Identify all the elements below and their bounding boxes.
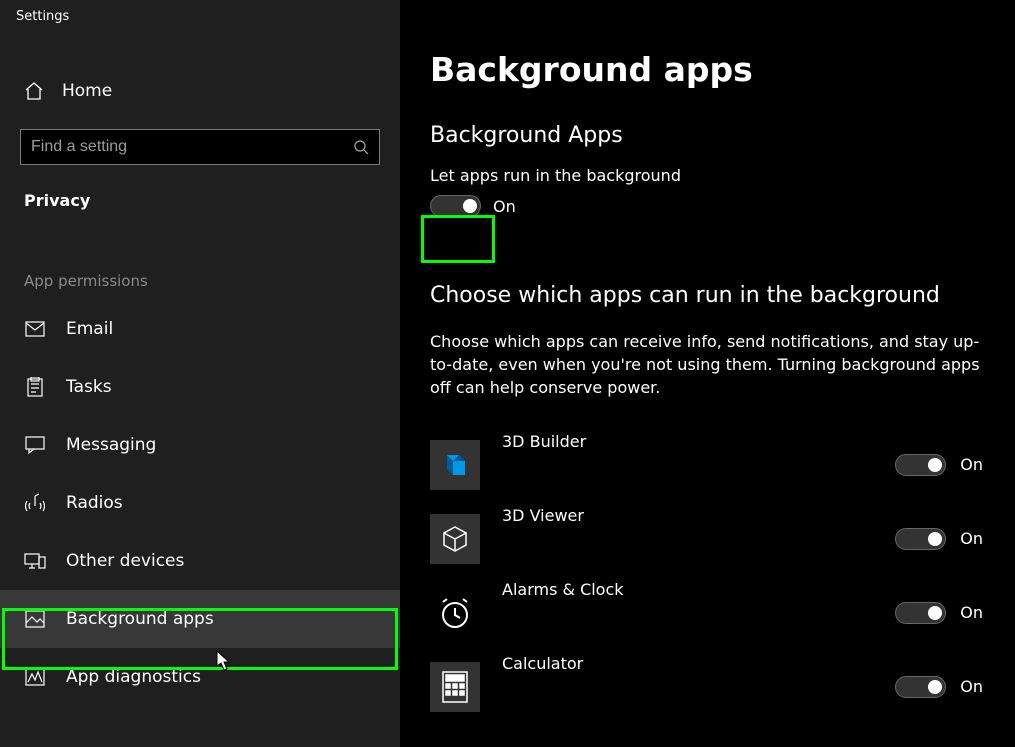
sidebar-item-label: Background apps	[66, 609, 214, 629]
mail-icon	[24, 318, 46, 340]
search-box[interactable]	[20, 129, 380, 165]
app-name: 3D Viewer	[502, 506, 873, 525]
app-row-3d-viewer: 3D Viewer On	[430, 502, 985, 576]
app-row-alarms-clock: Alarms & Clock On	[430, 576, 985, 650]
sidebar-item-label: Other devices	[66, 551, 184, 571]
sidebar-item-radios[interactable]: Radios	[0, 474, 400, 532]
home-icon	[24, 81, 44, 101]
sidebar-item-other-devices[interactable]: Other devices	[0, 532, 400, 590]
window-title: Settings	[0, 0, 400, 33]
app-toggle-alarms-clock[interactable]	[895, 602, 946, 624]
home-label: Home	[62, 81, 112, 101]
app-toggle-state: On	[960, 529, 983, 548]
background-icon	[24, 608, 46, 630]
sidebar-item-label: Messaging	[66, 435, 156, 455]
app-name: Alarms & Clock	[502, 580, 873, 599]
main-panel: Background apps Background Apps Let apps…	[400, 0, 1015, 747]
app-icon-alarms-clock	[430, 588, 480, 638]
section2-title: Choose which apps can run in the backgro…	[430, 283, 985, 308]
sidebar-item-label: Email	[66, 319, 113, 339]
master-toggle[interactable]	[430, 195, 481, 217]
app-icon-3d-viewer	[430, 514, 480, 564]
diagnostics-icon	[24, 666, 46, 688]
app-toggle-state: On	[960, 603, 983, 622]
app-toggle-3d-builder[interactable]	[895, 454, 946, 476]
category-label: Privacy	[0, 165, 400, 210]
app-icon-calculator	[430, 662, 480, 712]
home-button[interactable]: Home	[0, 71, 400, 111]
sidebar-item-email[interactable]: Email	[0, 300, 400, 358]
tasks-icon	[24, 376, 46, 398]
app-row-calculator: Calculator On	[430, 650, 985, 724]
app-row-3d-builder: 3D Builder On	[430, 428, 985, 502]
app-name: 3D Builder	[502, 432, 873, 451]
sidebar-item-background-apps[interactable]: Background apps	[0, 590, 400, 648]
sidebar: Settings Home Privacy App permissions Em…	[0, 0, 400, 747]
app-toggle-calculator[interactable]	[895, 676, 946, 698]
app-toggle-state: On	[960, 455, 983, 474]
radios-icon	[24, 492, 46, 514]
app-toggle-3d-viewer[interactable]	[895, 528, 946, 550]
sidebar-item-label: Radios	[66, 493, 123, 513]
master-toggle-label: Let apps run in the background	[430, 166, 985, 185]
app-icon-3d-builder	[430, 440, 480, 490]
sidebar-item-app-diagnostics[interactable]: App diagnostics	[0, 648, 400, 706]
app-toggle-state: On	[960, 677, 983, 696]
message-icon	[24, 434, 46, 456]
sidebar-item-label: Tasks	[66, 377, 112, 397]
app-name: Calculator	[502, 654, 873, 673]
section2-description: Choose which apps can receive info, send…	[430, 330, 985, 400]
search-icon	[353, 139, 369, 155]
section1-title: Background Apps	[430, 123, 985, 148]
sidebar-item-label: App diagnostics	[66, 667, 201, 687]
page-title: Background apps	[430, 50, 985, 89]
master-toggle-state: On	[493, 197, 516, 216]
sidebar-item-messaging[interactable]: Messaging	[0, 416, 400, 474]
search-input[interactable]	[31, 138, 353, 156]
section-label: App permissions	[0, 272, 400, 300]
sidebar-item-tasks[interactable]: Tasks	[0, 358, 400, 416]
devices-icon	[24, 550, 46, 572]
